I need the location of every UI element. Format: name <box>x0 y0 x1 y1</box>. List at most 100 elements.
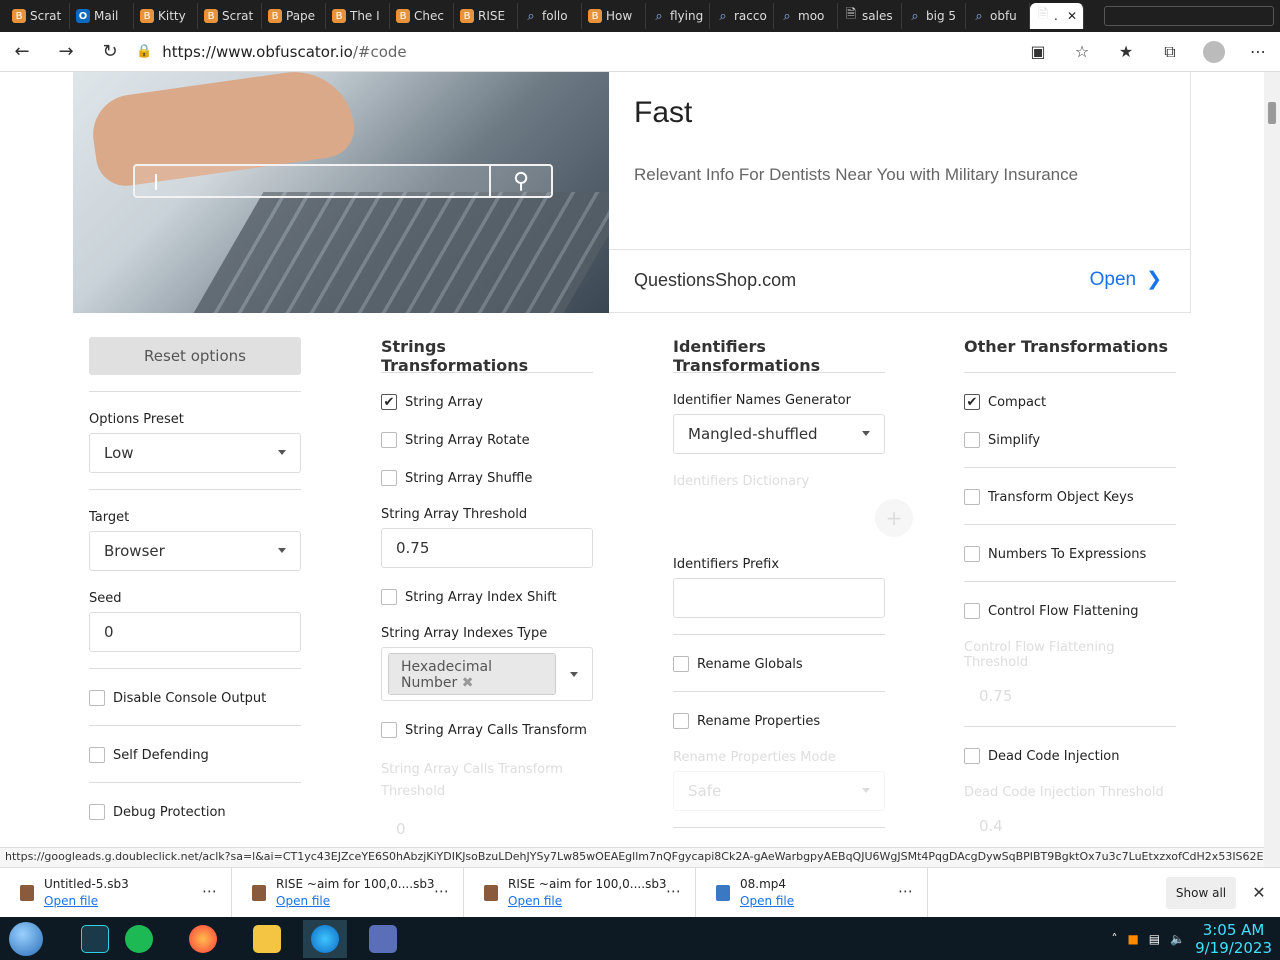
taskbar-widgets-icon[interactable] <box>73 920 117 958</box>
checkbox-box[interactable] <box>673 656 689 672</box>
tray-up-icon[interactable]: ˄ <box>1111 932 1117 946</box>
ad-site[interactable]: QuestionsShop.com <box>634 270 796 291</box>
checkbox-box[interactable] <box>381 589 397 605</box>
tab[interactable]: ⌕ racco <box>710 3 774 29</box>
back-icon[interactable]: ← <box>0 32 44 72</box>
add-icon[interactable]: + <box>875 499 913 537</box>
rename-properties-checkbox[interactable]: Rename Properties <box>673 712 885 730</box>
checkbox-box[interactable] <box>964 603 980 619</box>
checkbox-box[interactable] <box>381 432 397 448</box>
tab-active[interactable]: 🗎 . ✕ <box>1030 3 1084 29</box>
more-options-icon[interactable]: ⋯ <box>898 882 913 900</box>
ad-title[interactable]: Fast <box>634 96 692 130</box>
tab[interactable]: O Mail <box>70 3 134 29</box>
app-window-icon[interactable] <box>361 920 405 958</box>
open-file-link[interactable]: Open file <box>44 894 129 908</box>
indexes-type-tag[interactable]: Hexadecimal Number ✖ <box>388 653 556 695</box>
string-array-rotate-checkbox[interactable]: String Array Rotate <box>381 431 593 449</box>
string-array-threshold-input[interactable]: 0.75 <box>381 528 593 568</box>
checkbox-box[interactable] <box>964 489 980 505</box>
tray-flag-icon[interactable]: ■ <box>1127 932 1138 946</box>
scrollbar-thumb[interactable] <box>1268 102 1276 124</box>
file-explorer-icon[interactable] <box>245 920 289 958</box>
ad-description[interactable]: Relevant Info For Dentists Near You with… <box>634 165 1078 185</box>
lock-icon[interactable]: 🔒 <box>136 44 152 59</box>
spotify-icon[interactable] <box>117 920 161 958</box>
target-select[interactable]: Browser <box>89 531 301 571</box>
open-file-link[interactable]: Open file <box>276 894 435 908</box>
disable-console-output-checkbox[interactable]: Disable Console Output <box>89 689 301 707</box>
self-defending-checkbox[interactable]: Self Defending <box>89 746 301 764</box>
numbers-to-expressions-checkbox[interactable]: Numbers To Expressions <box>964 545 1176 563</box>
favorites-icon[interactable]: ★ <box>1104 32 1148 72</box>
ad-panel[interactable]: Fast Relevant Info For Dentists Near You… <box>609 72 1191 313</box>
edge-icon[interactable] <box>303 919 347 958</box>
checkbox-box-checked[interactable]: ✔ <box>964 394 980 410</box>
generator-select[interactable]: Mangled-shuffled <box>673 414 885 454</box>
checkbox-box[interactable] <box>964 748 980 764</box>
seed-input[interactable]: 0 <box>89 612 301 652</box>
more-menu-icon[interactable]: ⋯ <box>1236 32 1280 72</box>
tab-search[interactable] <box>1104 6 1274 26</box>
open-file-link[interactable]: Open file <box>508 894 667 908</box>
dead-code-threshold-input[interactable]: 0.4 <box>964 806 1176 846</box>
download-item[interactable]: Untitled-5.sb3 Open file ⋯ <box>0 867 232 918</box>
tab[interactable]: B Pape <box>262 3 326 29</box>
read-mode-icon[interactable]: ▣ <box>1016 32 1060 72</box>
identifiers-prefix-input[interactable] <box>673 578 885 618</box>
show-all-button[interactable]: Show all <box>1166 876 1236 909</box>
collections-icon[interactable]: ⧉ <box>1148 32 1192 72</box>
clock[interactable]: 3:05 AM 9/19/2023 <box>1195 921 1272 957</box>
close-tab-icon[interactable]: ✕ <box>1067 9 1077 23</box>
calls-transform-checkbox[interactable]: String Array Calls Transform <box>381 721 593 739</box>
checkbox-box[interactable] <box>964 432 980 448</box>
remove-tag-icon[interactable]: ✖ <box>462 675 474 691</box>
url-field[interactable]: 🔒 https://www.obfuscator.io/#code <box>132 37 982 67</box>
open-file-link[interactable]: Open file <box>740 894 794 908</box>
network-icon[interactable]: ▤ <box>1149 932 1160 946</box>
control-flow-checkbox[interactable]: Control Flow Flattening <box>964 602 1176 620</box>
transform-object-keys-checkbox[interactable]: Transform Object Keys <box>964 488 1176 506</box>
tab[interactable]: B Scrat <box>6 3 70 29</box>
tab[interactable]: ⌕ follo <box>518 3 582 29</box>
checkbox-box[interactable] <box>964 546 980 562</box>
more-options-icon[interactable]: ⋯ <box>202 882 217 900</box>
tab[interactable]: B The I <box>326 3 390 29</box>
tab[interactable]: ⌕ flying <box>646 3 710 29</box>
ad-open-button[interactable]: Open ❯ <box>1090 268 1162 291</box>
tab[interactable]: ⌕ obfu <box>966 3 1030 29</box>
ad-image[interactable]: ⚲ <box>73 72 609 313</box>
calls-transform-threshold-input[interactable]: 0 <box>381 809 593 847</box>
indexes-type-select[interactable]: Hexadecimal Number ✖ <box>381 647 593 701</box>
string-array-shuffle-checkbox[interactable]: String Array Shuffle <box>381 469 593 487</box>
tab[interactable]: B How <box>582 3 646 29</box>
rename-mode-select[interactable]: Safe <box>673 771 885 811</box>
forward-icon[interactable]: → <box>44 32 88 72</box>
close-downloads-icon[interactable]: ✕ <box>1244 883 1274 902</box>
dead-code-checkbox[interactable]: Dead Code Injection <box>964 747 1176 765</box>
tab[interactable]: B RISE <box>454 3 518 29</box>
start-button[interactable] <box>9 921 43 956</box>
volume-icon[interactable]: 🔈 <box>1170 932 1185 946</box>
debug-protection-checkbox[interactable]: Debug Protection <box>89 803 301 821</box>
add-favorite-icon[interactable]: ☆ <box>1060 32 1104 72</box>
page-scrollbar[interactable] <box>1264 72 1280 867</box>
more-options-icon[interactable]: ⋯ <box>666 882 681 900</box>
reset-options-button[interactable]: Reset options <box>89 337 301 375</box>
checkbox-box[interactable] <box>381 722 397 738</box>
checkbox-box-checked[interactable]: ✔ <box>381 394 397 410</box>
download-item[interactable]: 08.mp4 Open file ⋯ <box>696 867 928 918</box>
profile-avatar[interactable] <box>1192 32 1236 72</box>
download-item[interactable]: RISE ~aim for 100,0....sb3 Open file ⋯ <box>464 867 696 918</box>
more-options-icon[interactable]: ⋯ <box>434 882 449 900</box>
tab[interactable]: B Chec <box>390 3 454 29</box>
tab[interactable]: B Scrat <box>198 3 262 29</box>
simplify-checkbox[interactable]: Simplify <box>964 431 1176 449</box>
checkbox-box[interactable] <box>673 713 689 729</box>
checkbox-box[interactable] <box>89 804 105 820</box>
download-item[interactable]: RISE ~aim for 100,0....sb3 Open file ⋯ <box>232 867 464 918</box>
compact-checkbox[interactable]: ✔ Compact <box>964 393 1176 411</box>
tab[interactable]: ⌕ big 5 <box>902 3 966 29</box>
checkbox-box[interactable] <box>381 470 397 486</box>
control-flow-threshold-input[interactable]: 0.75 <box>964 676 1176 716</box>
